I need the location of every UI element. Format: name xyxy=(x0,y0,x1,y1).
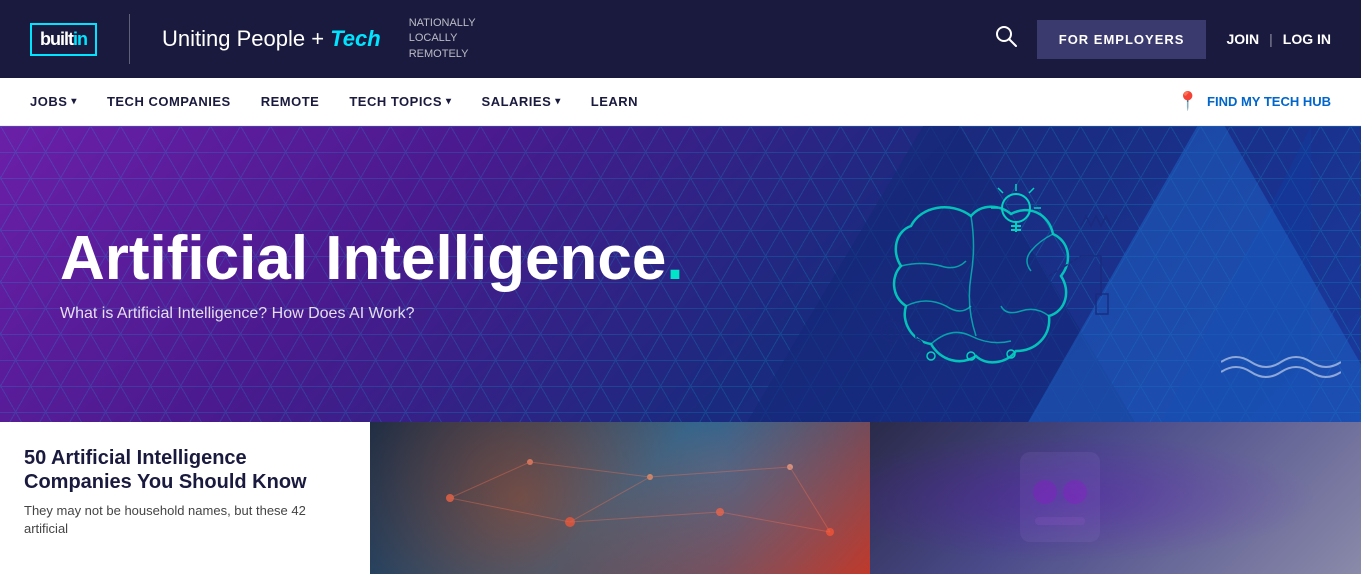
card-network-image xyxy=(370,422,870,574)
nav-learn[interactable]: LEARN xyxy=(591,94,638,109)
nav-jobs[interactable]: JOBS ▾ xyxy=(30,94,77,109)
chevron-down-icon: ▾ xyxy=(71,96,77,107)
nav-links: JOBS ▾ TECH COMPANIES REMOTE TECH TOPICS… xyxy=(30,94,1177,109)
logo[interactable]: builtin xyxy=(30,23,97,56)
header-actions: FOR EMPLOYERS JOIN | LOG IN xyxy=(995,20,1331,59)
auth-divider: | xyxy=(1269,31,1273,47)
hero-title: Artificial Intelligence. xyxy=(60,225,684,293)
ai-illustration xyxy=(831,136,1111,416)
card-title: 50 Artificial Intelligence Companies You… xyxy=(24,446,346,494)
chevron-down-icon-3: ▾ xyxy=(555,96,561,107)
nav-remote[interactable]: REMOTE xyxy=(261,94,320,109)
tagline-subtext: NATIONALLY LOCALLY REMOTELY xyxy=(409,16,476,62)
site-header: builtin Uniting People + Tech NATIONALLY… xyxy=(0,0,1361,78)
main-nav: JOBS ▾ TECH COMPANIES REMOTE TECH TOPICS… xyxy=(0,78,1361,126)
robot-image-bg xyxy=(870,422,1361,574)
tagline-tech: Tech xyxy=(330,26,381,51)
join-link[interactable]: JOIN xyxy=(1226,31,1259,47)
nav-tech-topics[interactable]: TECH TOPICS ▾ xyxy=(349,94,451,109)
builtin-logo: builtin xyxy=(30,23,97,56)
search-icon xyxy=(995,25,1017,47)
card-description: They may not be household names, but the… xyxy=(24,502,346,538)
for-employers-button[interactable]: FOR EMPLOYERS xyxy=(1037,20,1207,59)
nav-salaries[interactable]: SALARIES ▾ xyxy=(482,94,561,109)
hero-subtitle: What is Artificial Intelligence? How Doe… xyxy=(60,305,684,323)
brain-svg xyxy=(831,136,1111,416)
wave-svg xyxy=(1221,347,1341,387)
robot-svg xyxy=(870,422,1361,574)
chevron-down-icon-2: ▾ xyxy=(446,96,452,107)
tagline-prefix: Uniting People + xyxy=(162,26,324,51)
wave-decoration xyxy=(1221,347,1341,392)
find-hub-nav[interactable]: 📍 FIND MY TECH HUB xyxy=(1177,91,1331,112)
login-link[interactable]: LOG IN xyxy=(1283,31,1331,47)
hero-content: Artificial Intelligence. What is Artific… xyxy=(0,225,744,323)
logo-divider xyxy=(129,14,130,64)
card-text-area: 50 Artificial Intelligence Companies You… xyxy=(0,422,370,574)
tagline-area: Uniting People + Tech xyxy=(162,26,381,52)
location-pin-icon: 📍 xyxy=(1177,91,1199,112)
hero-section: Artificial Intelligence. What is Artific… xyxy=(0,126,1361,422)
search-button[interactable] xyxy=(995,25,1017,53)
network-svg xyxy=(370,422,870,574)
card-ai-companies[interactable]: 50 Artificial Intelligence Companies You… xyxy=(0,422,870,574)
card-robot[interactable] xyxy=(870,422,1361,574)
cards-section: 50 Artificial Intelligence Companies You… xyxy=(0,422,1361,574)
auth-links: JOIN | LOG IN xyxy=(1226,31,1331,47)
nav-tech-companies[interactable]: TECH COMPANIES xyxy=(107,94,231,109)
header-logo-area: builtin Uniting People + Tech NATIONALLY… xyxy=(30,14,476,64)
tagline-text: Uniting People + Tech xyxy=(162,26,381,52)
